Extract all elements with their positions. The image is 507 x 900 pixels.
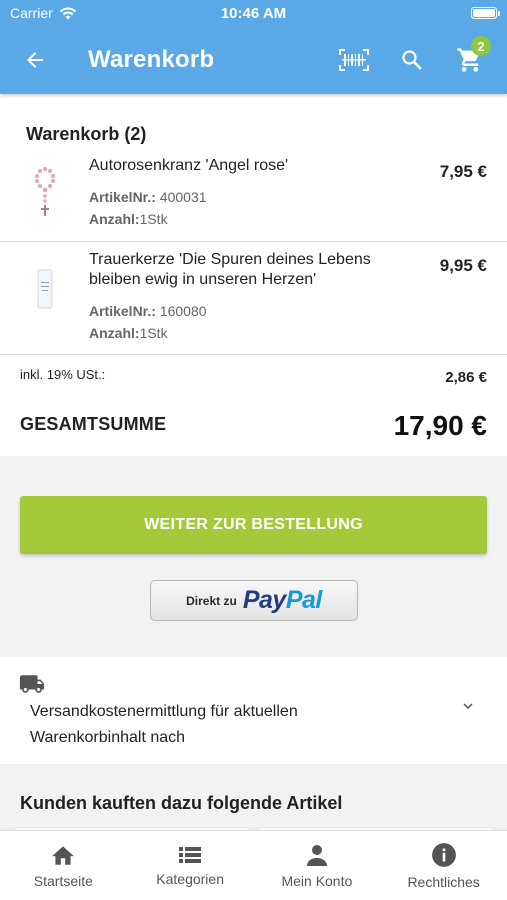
battery-level — [473, 9, 495, 17]
person-icon — [306, 844, 327, 866]
article-number-label: ArtikelNr.: — [89, 303, 156, 319]
shipping-cost-text: Versandkostenermittlung für aktuellen Wa… — [30, 703, 298, 746]
product-price: 7,95 € — [439, 162, 487, 181]
divider — [0, 354, 507, 355]
paypal-logo-pal: Pal — [285, 586, 323, 614]
tax-value: 2,86 € — [445, 369, 487, 386]
paypal-logo-pay: Pay — [242, 586, 286, 614]
product-price: 9,95 € — [439, 256, 487, 275]
barcode-scanner-icon — [339, 49, 369, 71]
cart-button[interactable]: 2 — [441, 26, 499, 94]
quantity-value: 1Stk — [139, 325, 168, 341]
article-number-value: 160080 — [155, 303, 207, 319]
quantity-label: Anzahl: — [89, 325, 140, 341]
quantity-value: 1Stk — [139, 211, 168, 227]
article-number: ArtikelNr.: 400031 — [89, 189, 207, 205]
search-button[interactable] — [383, 26, 441, 94]
carrier-label: Carrier — [10, 5, 53, 21]
list-icon — [179, 846, 202, 863]
wifi-icon — [59, 7, 76, 19]
total-value: 17,90 € — [393, 410, 487, 441]
nav-label: Rechtliches — [407, 873, 480, 890]
product-name: Autorosenkranz 'Angel rose' — [89, 157, 289, 174]
cart-item[interactable]: Autorosenkranz 'Angel rose' 7,95 € Artik… — [0, 94, 507, 242]
page-title: Warenkorb — [88, 46, 215, 73]
nav-categories[interactable]: Kategorien — [127, 831, 254, 900]
home-icon — [52, 845, 75, 865]
cart-count-badge: 2 — [471, 36, 491, 56]
product-name: Trauerkerze 'Die Spuren deines Lebens bl… — [89, 251, 371, 288]
battery-icon — [471, 7, 500, 19]
paypal-logo: PayPal — [242, 586, 323, 615]
shipping-cost-section[interactable]: Versandkostenermittlung für aktuellen Wa… — [0, 657, 507, 764]
product-thumbnail — [26, 260, 64, 316]
nav-label: Kategorien — [156, 870, 224, 887]
quantity-label: Anzahl: — [89, 211, 140, 227]
candle-image — [37, 269, 53, 309]
nav-label: Mein Konto — [281, 872, 353, 889]
cart-item[interactable]: Trauerkerze 'Die Spuren deines Lebens bl… — [0, 242, 507, 354]
bottom-navigation: Startseite Kategorien Mein Konto Rechtli… — [0, 830, 507, 900]
arrow-left-icon — [27, 52, 43, 68]
nav-label: Startseite — [33, 872, 93, 889]
search-icon — [402, 50, 422, 70]
info-icon — [431, 842, 456, 867]
article-number-value: 400031 — [155, 189, 207, 205]
paypal-prefix: Direkt zu — [186, 593, 237, 608]
truck-icon — [18, 673, 46, 700]
barcode-scan-button[interactable] — [325, 26, 383, 94]
article-number: ArtikelNr.: 160080 — [89, 303, 207, 319]
nav-home[interactable]: Startseite — [0, 831, 127, 900]
status-bar: Carrier 10:46 AM — [0, 0, 507, 26]
product-thumbnail — [26, 164, 64, 220]
carrier-group: Carrier — [10, 5, 77, 21]
back-button[interactable] — [0, 26, 70, 94]
nav-legal[interactable]: Rechtliches — [380, 831, 507, 900]
rosary-image — [35, 167, 55, 216]
quantity: Anzahl:1Stk — [89, 211, 168, 227]
total-label: GESAMTSUMME — [20, 414, 167, 434]
quantity: Anzahl:1Stk — [89, 325, 168, 341]
tax-label: inkl. 19% USt.: — [20, 367, 106, 382]
nav-account[interactable]: Mein Konto — [254, 831, 381, 900]
cart-summary: Warenkorb (2) Autorosenkranz 'Angel rose… — [0, 94, 507, 456]
recommendations-heading: Kunden kauften dazu folgende Artikel — [20, 793, 343, 813]
article-number-label: ArtikelNr.: — [89, 189, 156, 205]
app-bar: Warenkorb 2 — [0, 26, 507, 94]
checkout-button[interactable]: WEITER ZUR BESTELLUNG — [20, 496, 487, 554]
paypal-button[interactable]: Direkt zu PayPal — [150, 580, 358, 621]
chevron-down-icon[interactable] — [459, 697, 477, 720]
